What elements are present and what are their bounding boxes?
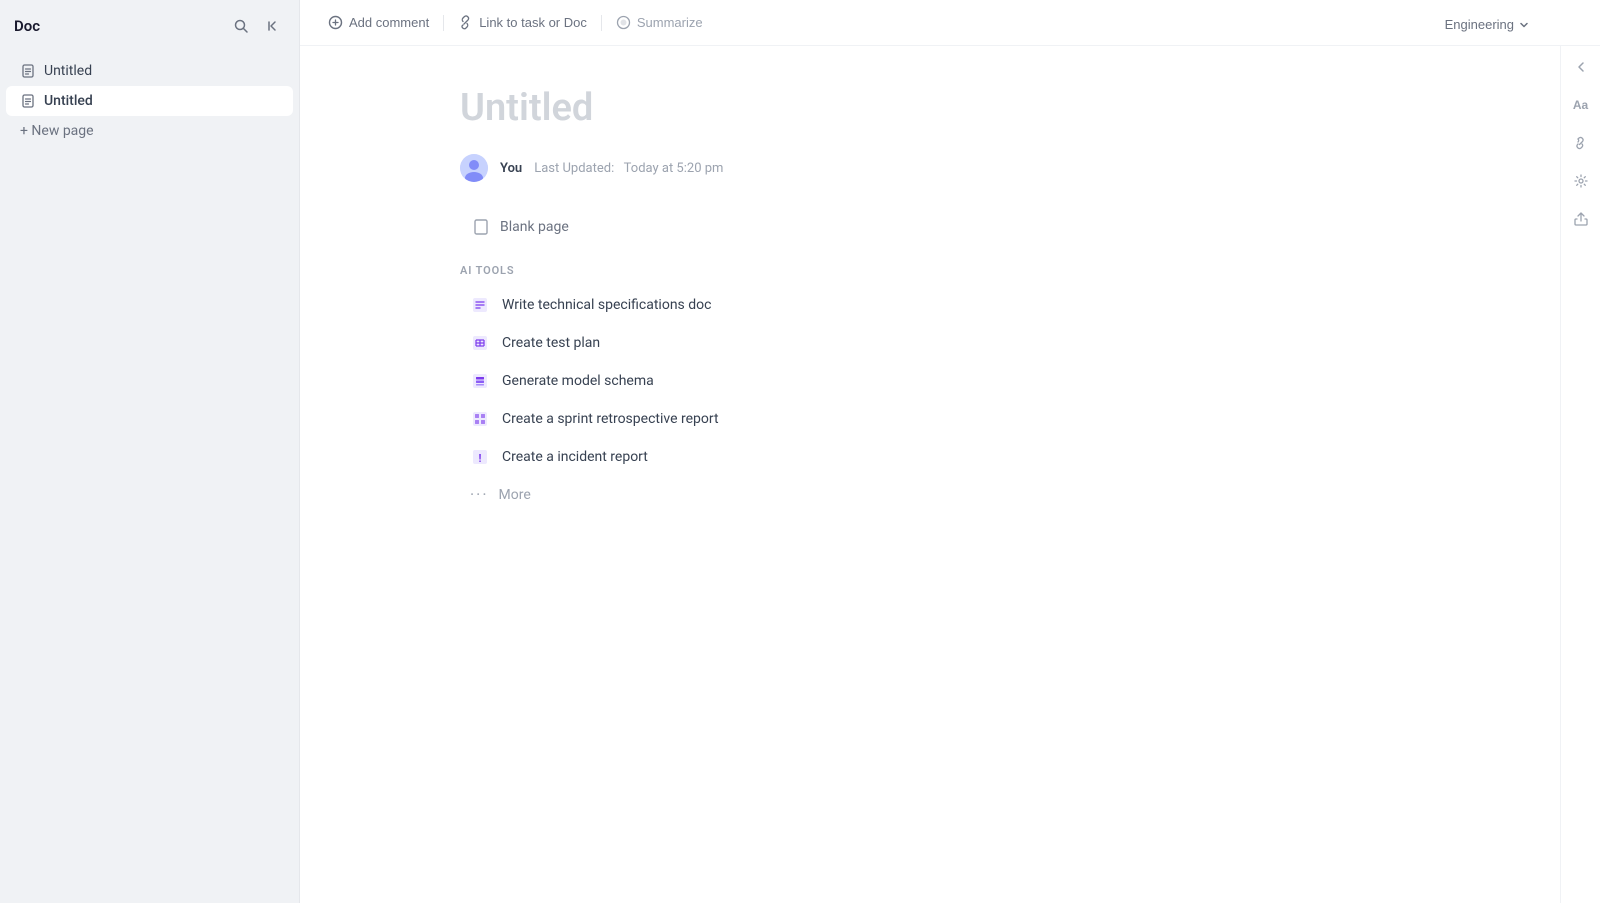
sidebar-header: Doc xyxy=(0,0,299,52)
sidebar-title: Doc xyxy=(14,17,40,35)
document-area: Untitled You Last Updated: Today at 5:20… xyxy=(300,46,1560,903)
blank-page-option[interactable]: Blank page xyxy=(460,210,581,244)
ai-tool-incident-report[interactable]: ! Create a incident report xyxy=(460,439,1400,475)
sidebar: Doc Untitled xyxy=(0,0,300,903)
document-meta: You Last Updated: Today at 5:20 pm xyxy=(460,154,1400,182)
more-label: More xyxy=(499,487,531,503)
share-button[interactable] xyxy=(1570,208,1592,230)
search-button[interactable] xyxy=(229,14,253,38)
generate-model-schema-icon xyxy=(470,371,490,391)
search-icon xyxy=(233,18,249,34)
create-test-plan-icon xyxy=(470,333,490,353)
blank-page-label: Blank page xyxy=(500,219,569,235)
comment-icon xyxy=(328,15,343,30)
link-icon xyxy=(458,15,473,30)
settings-button[interactable] xyxy=(1570,170,1592,192)
ai-tool-write-tech-spec[interactable]: Write technical specifications doc xyxy=(460,287,1400,323)
main-content: Add comment Link to task or Doc Summariz… xyxy=(300,0,1600,903)
sidebar-item-label-active: Untitled xyxy=(44,93,93,109)
toolbar-divider-2 xyxy=(601,15,602,31)
summarize-button[interactable]: Summarize xyxy=(608,10,711,35)
ai-tool-label: Create a incident report xyxy=(502,449,648,465)
ai-tool-label: Generate model schema xyxy=(502,373,654,389)
link-to-task-button[interactable]: Link to task or Doc xyxy=(450,10,595,35)
toolbar-divider-1 xyxy=(443,15,444,31)
collapse-right-button[interactable] xyxy=(1570,56,1592,78)
ai-tool-sprint-retro[interactable]: Create a sprint retrospective report xyxy=(460,401,1400,437)
link-right-icon xyxy=(1574,136,1588,150)
avatar xyxy=(460,154,488,182)
toolbar: Add comment Link to task or Doc Summariz… xyxy=(300,0,1600,46)
more-option[interactable]: ··· More xyxy=(460,477,1400,512)
new-page-label: + New page xyxy=(20,123,94,139)
sidebar-item-untitled-2[interactable]: Untitled xyxy=(6,86,293,116)
collapse-sidebar-button[interactable] xyxy=(261,14,285,38)
ai-tool-create-test-plan[interactable]: Create test plan xyxy=(460,325,1400,361)
right-sidebar: Aa xyxy=(1560,46,1600,903)
write-tech-spec-icon xyxy=(470,295,490,315)
sidebar-item-label: Untitled xyxy=(44,63,92,79)
font-label: Aa xyxy=(1573,98,1588,112)
sprint-retro-icon xyxy=(470,409,490,429)
ai-tools-list: Write technical specifications doc xyxy=(460,287,1400,512)
new-page-button[interactable]: + New page xyxy=(6,116,293,146)
font-settings-button[interactable]: Aa xyxy=(1569,94,1592,116)
add-comment-label: Add comment xyxy=(349,15,429,30)
ai-tool-label: Create test plan xyxy=(502,335,600,351)
chevron-down-icon xyxy=(1518,19,1530,31)
summarize-label: Summarize xyxy=(637,15,703,30)
settings-icon xyxy=(1574,174,1588,188)
svg-text:!: ! xyxy=(479,452,482,465)
doc-icon xyxy=(20,63,36,79)
summarize-icon xyxy=(616,15,631,30)
ai-tool-label: Write technical specifications doc xyxy=(502,297,711,313)
collapse-icon xyxy=(265,18,281,34)
doc-icon-active xyxy=(20,93,36,109)
more-dots: ··· xyxy=(470,485,489,504)
ai-tool-label: Create a sprint retrospective report xyxy=(502,411,719,427)
avatar-image xyxy=(460,154,488,182)
sidebar-nav: Untitled Untitled + New page xyxy=(0,52,299,150)
sidebar-icon-group xyxy=(229,14,285,38)
engineering-dropdown-button[interactable]: Engineering xyxy=(1435,12,1540,37)
ai-tool-generate-model-schema[interactable]: Generate model schema xyxy=(460,363,1400,399)
collapse-right-icon xyxy=(1574,60,1588,74)
sidebar-item-untitled-1[interactable]: Untitled xyxy=(6,56,293,86)
link-label: Link to task or Doc xyxy=(479,15,587,30)
ai-tools-section-label: AI TOOLS xyxy=(460,264,1400,277)
engineering-label: Engineering xyxy=(1445,17,1514,32)
add-comment-button[interactable]: Add comment xyxy=(320,10,437,35)
incident-report-icon: ! xyxy=(470,447,490,467)
document-title[interactable]: Untitled xyxy=(460,86,1400,130)
doc-last-updated: Last Updated: Today at 5:20 pm xyxy=(534,161,723,176)
share-icon xyxy=(1574,212,1588,226)
blank-page-icon xyxy=(472,218,490,236)
doc-author: You xyxy=(500,161,522,176)
link-right-button[interactable] xyxy=(1570,132,1592,154)
